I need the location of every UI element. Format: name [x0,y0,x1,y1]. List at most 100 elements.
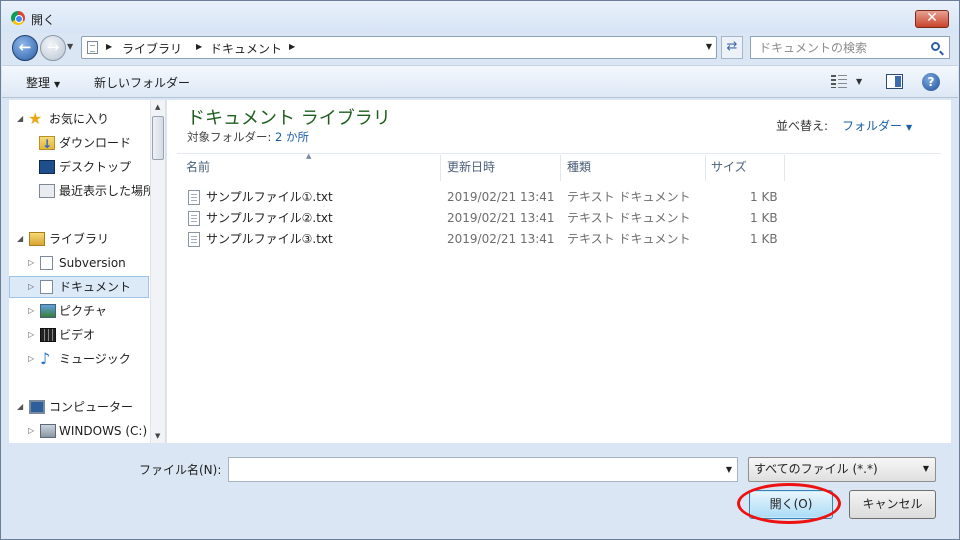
library-icon [29,232,45,246]
back-button[interactable]: ← [12,35,38,61]
nav-item-downloads[interactable]: ダウンロード [9,132,149,155]
expanded-triangle-icon[interactable]: ◢ [17,228,23,250]
nav-label: ドキュメント [59,280,132,294]
close-button[interactable]: ✕ [915,10,949,28]
collapsed-triangle-icon[interactable]: ▷ [28,420,34,442]
forward-button[interactable]: → [40,35,66,61]
star-icon: ★ [28,109,43,128]
new-folder-button[interactable]: 新しいフォルダー [94,74,190,91]
computer-icon [29,400,45,414]
help-icon[interactable]: ? [922,73,940,91]
open-file-dialog: 開く ✕ ← → ▼ ▶ ライブラリ ▶ ドキュメント ▶ ▼ ⇄ 整理▼ 新し… [0,0,960,540]
chevron-down-icon: ▼ [906,123,913,132]
column-divider[interactable] [440,155,441,181]
recent-pages-dropdown-icon[interactable]: ▼ [67,42,73,51]
filename-combobox[interactable]: ▼ [228,457,738,482]
change-view-icon[interactable] [831,75,847,88]
file-size: 1 KB [750,232,778,246]
collapsed-triangle-icon[interactable]: ▷ [28,252,34,274]
title-bar: 開く ✕ [1,1,959,33]
search-icon[interactable] [931,42,940,51]
column-header-size[interactable]: サイズ [711,157,781,181]
refresh-icon: ⇄ [726,39,738,54]
collapsed-triangle-icon[interactable]: ▷ [28,276,34,298]
nav-label: ピクチャ [59,304,107,318]
nav-item-recent-places[interactable]: 最近表示した場所 [9,180,155,202]
search-box[interactable] [750,36,950,59]
collapsed-triangle-icon[interactable]: ▷ [28,324,34,346]
address-bar[interactable]: ▶ ライブラリ ▶ ドキュメント ▶ ▼ [81,36,717,59]
library-subtitle: 対象フォルダー: 2 か所 [187,129,309,145]
nav-item-subversion[interactable]: ▷ Subversion [9,252,149,274]
nav-item-documents[interactable]: ▷ ドキュメント [9,276,149,298]
nav-item-pictures[interactable]: ▷ ピクチャ [9,300,149,322]
column-divider[interactable] [560,155,561,181]
file-name: サンプルファイル②.txt [206,211,333,225]
nav-label: ミュージック [59,352,131,366]
nav-label: デスクトップ [59,160,132,174]
address-row: ← → ▼ ▶ ライブラリ ▶ ドキュメント ▶ ▼ ⇄ [1,33,959,63]
file-name: サンプルファイル③.txt [206,232,333,246]
file-row[interactable]: サンプルファイル③.txt 2019/02/21 13:41 テキスト ドキュメ… [177,229,778,250]
preview-pane-icon[interactable] [886,74,903,89]
nav-scrollbar[interactable]: ▲ ▼ [150,100,165,443]
locations-link[interactable]: 2 か所 [275,130,309,144]
nav-item-favorites[interactable]: ◢ ★ お気に入り [9,108,149,130]
file-date: 2019/02/21 13:41 [447,211,555,225]
view-dropdown-icon[interactable]: ▼ [856,77,862,86]
organize-button[interactable]: 整理 ▼ [26,74,60,91]
expanded-triangle-icon[interactable]: ◢ [17,396,23,418]
column-header-date[interactable]: 更新日時 [447,157,557,181]
collapsed-triangle-icon[interactable]: ▷ [28,348,34,370]
navigation-pane: ◢ ★ お気に入り ダウンロード デスクトップ 最近表示した場所 ◢ ライブラリ… [9,100,166,443]
collapsed-triangle-icon[interactable]: ▷ [28,300,34,322]
nav-item-music[interactable]: ▷ ♪ ミュージック [9,348,149,370]
library-title: ドキュメント ライブラリ [187,108,391,129]
nav-item-libraries[interactable]: ◢ ライブラリ [9,228,149,250]
nav-item-desktop[interactable]: デスクトップ [9,156,149,178]
address-dropdown-icon[interactable]: ▼ [706,42,712,51]
chevron-down-icon: ▼ [922,464,929,473]
file-name: サンプルファイル①.txt [206,190,333,204]
scroll-up-icon[interactable]: ▲ [155,103,160,111]
nav-label: ダウンロード [59,136,132,150]
file-size: 1 KB [750,211,778,225]
search-input[interactable] [757,39,922,56]
expanded-triangle-icon[interactable]: ◢ [17,108,23,130]
back-arrow-icon: ← [18,38,32,56]
cancel-button[interactable]: キャンセル [849,490,936,519]
subtitle-prefix: 対象フォルダー: [187,130,276,144]
breadcrumb-separator-icon[interactable]: ▶ [289,42,295,51]
filename-dropdown-icon[interactable]: ▼ [726,465,732,474]
nav-label: コンピューター [49,400,134,414]
breadcrumb-documents[interactable]: ドキュメント [210,40,282,57]
nav-label: WINDOWS (C:) [59,424,148,438]
nav-item-drive-c[interactable]: ▷ WINDOWS (C:) [9,420,149,442]
text-file-icon [188,190,200,205]
text-file-icon [188,232,200,247]
scroll-down-icon[interactable]: ▼ [155,432,160,440]
column-divider[interactable] [784,155,785,181]
filename-input[interactable] [233,461,713,478]
breadcrumb-separator-icon[interactable]: ▶ [106,42,112,51]
arrange-by-dropdown[interactable]: フォルダー ▼ [842,117,912,134]
column-header-type[interactable]: 種類 [567,157,697,181]
file-row[interactable]: サンプルファイル②.txt 2019/02/21 13:41 テキスト ドキュメ… [177,208,778,229]
document-icon [87,41,98,54]
column-header-name[interactable]: 名前 [186,157,436,181]
scrollbar-thumb[interactable] [152,116,164,160]
file-type-filter-select[interactable]: すべてのファイル (*.*) ▼ [748,457,936,482]
nav-label: Subversion [59,256,126,270]
column-divider[interactable] [705,155,706,181]
file-date: 2019/02/21 13:41 [447,232,555,246]
refresh-button[interactable]: ⇄ [721,36,743,59]
nav-item-computer[interactable]: ◢ コンピューター [9,396,149,418]
pictures-icon [40,304,56,318]
breadcrumb-separator-icon[interactable]: ▶ [196,42,202,51]
nav-item-videos[interactable]: ▷ ビデオ [9,324,149,346]
breadcrumb-libraries[interactable]: ライブラリ [122,40,182,57]
file-row[interactable]: サンプルファイル①.txt 2019/02/21 13:41 テキスト ドキュメ… [177,187,778,208]
command-bar: 整理 ▼ 新しいフォルダー ▼ ? [2,65,958,98]
organize-label: 整理 [26,76,51,90]
music-note-icon: ♪ [40,349,51,368]
